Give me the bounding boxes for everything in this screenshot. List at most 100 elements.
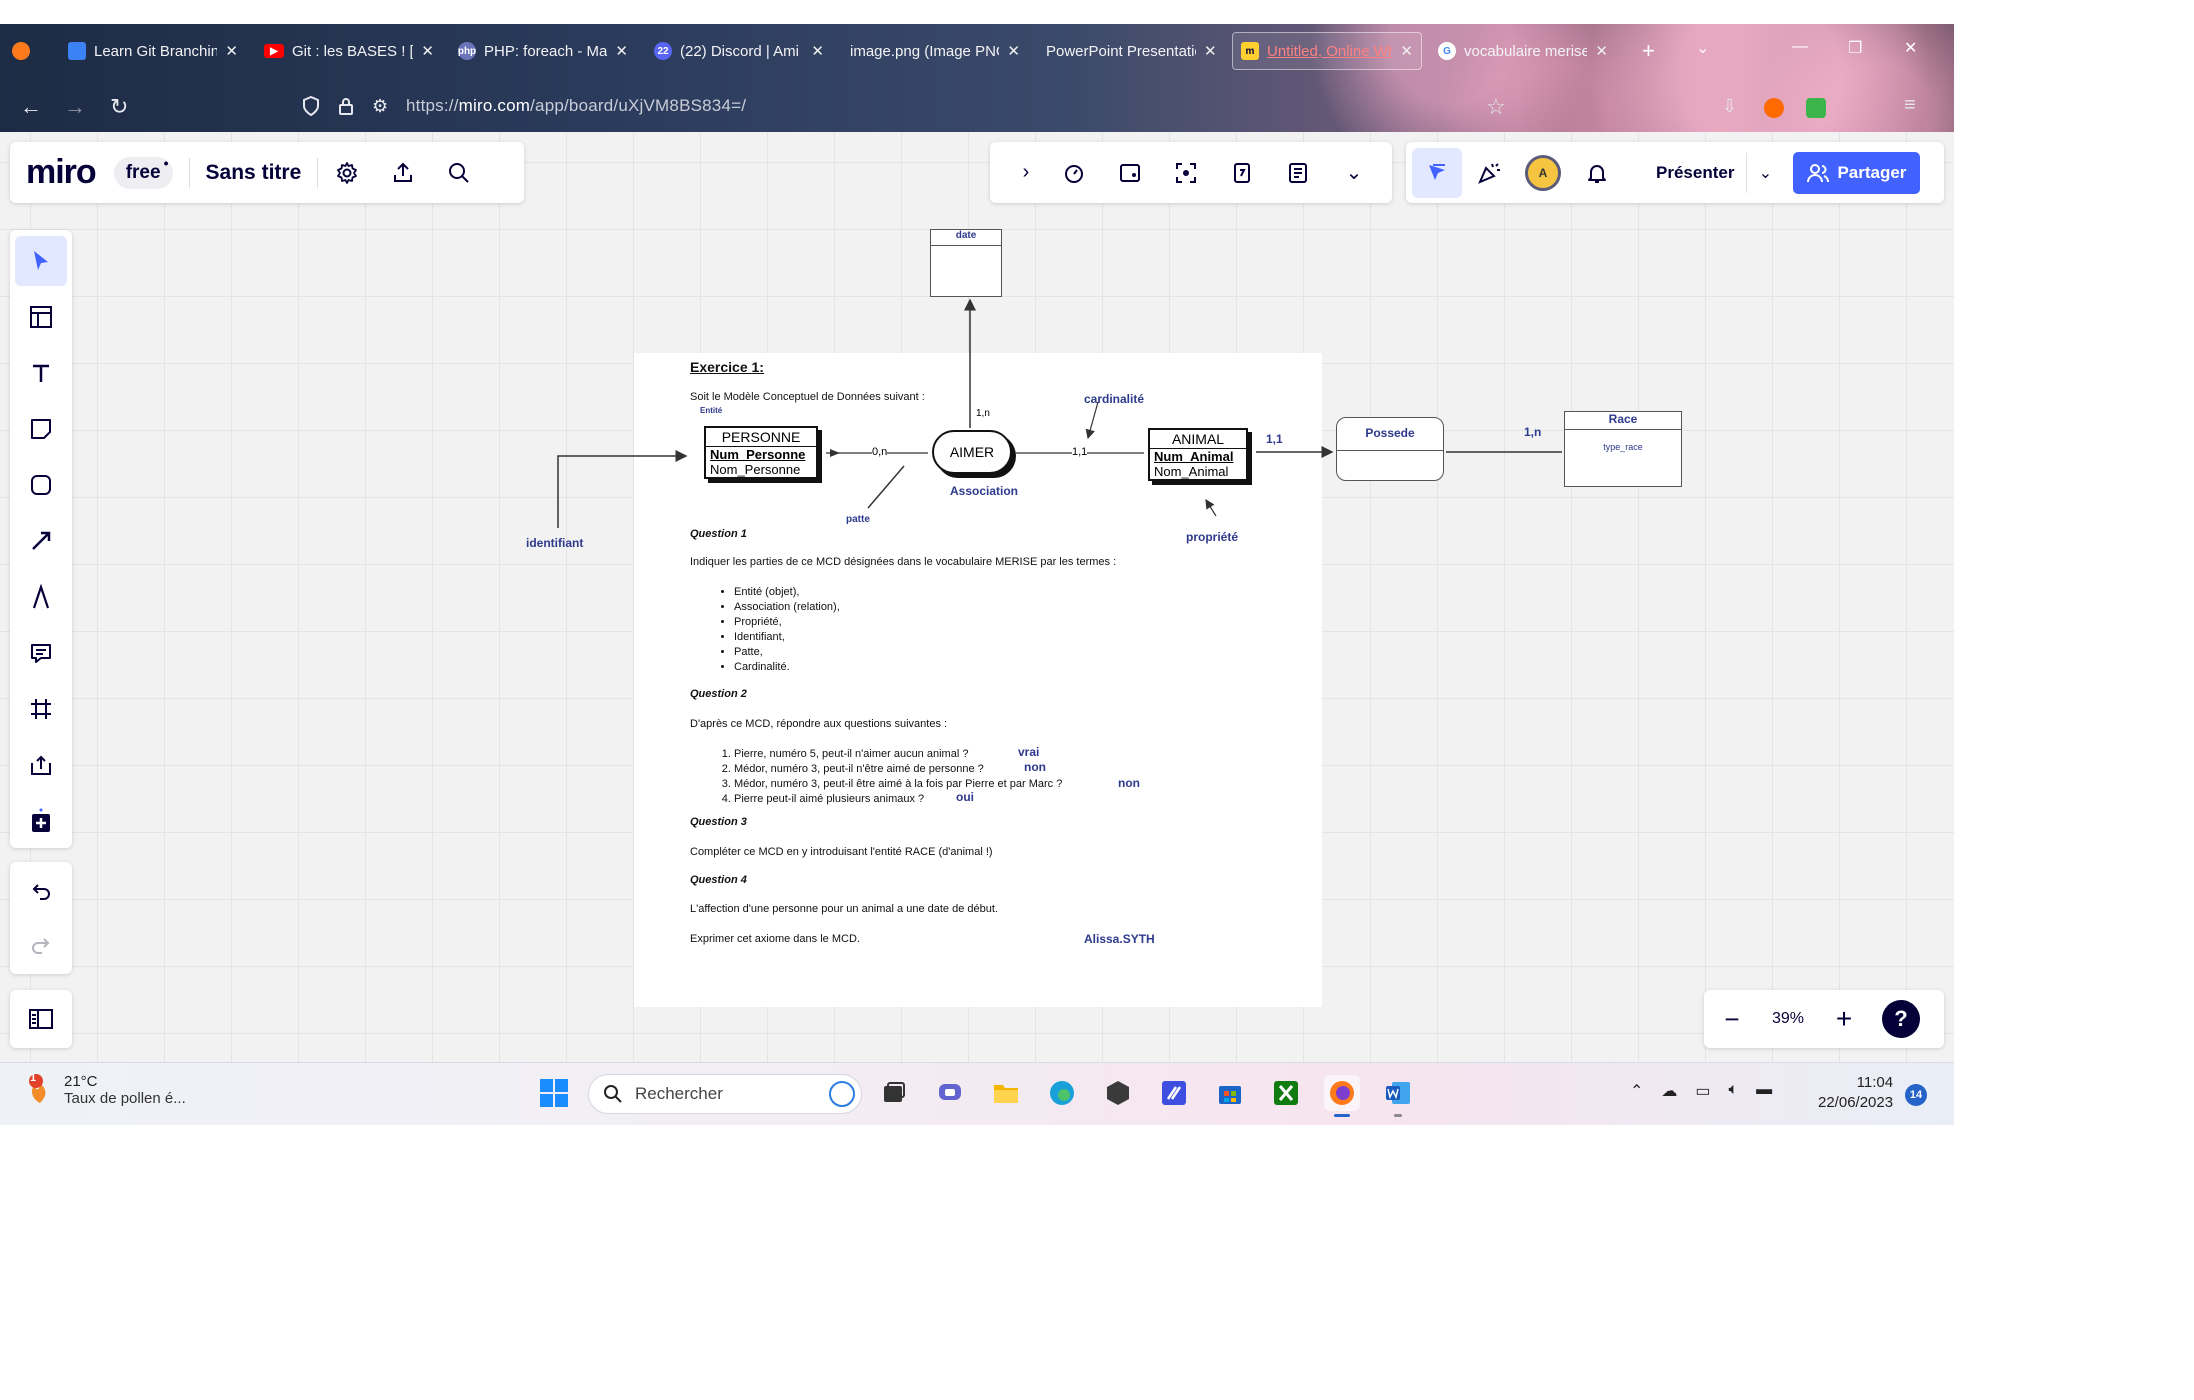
- more-apps-icon[interactable]: [15, 796, 67, 846]
- close-tab-icon[interactable]: ✕: [615, 42, 628, 60]
- identifiant-arrow[interactable]: [557, 450, 688, 528]
- microsoft-store-icon[interactable]: [1212, 1075, 1248, 1111]
- tab-powerpoint[interactable]: PowerPoint Presentation ✕: [1046, 32, 1218, 70]
- zoom-level[interactable]: 39%: [1760, 1010, 1816, 1028]
- permissions-icon[interactable]: ⚙: [372, 96, 388, 117]
- select-tool-icon[interactable]: [15, 236, 67, 286]
- close-tab-icon[interactable]: ✕: [225, 42, 238, 60]
- app-icon[interactable]: [1100, 1075, 1136, 1111]
- new-tab-icon[interactable]: +: [1642, 38, 1655, 64]
- export-upload-icon[interactable]: [388, 158, 418, 188]
- annotation-patte[interactable]: patte: [846, 514, 870, 525]
- forward-icon[interactable]: →: [64, 94, 86, 120]
- taskbar-search[interactable]: Rechercher: [588, 1074, 862, 1114]
- firefox-taskbar-icon[interactable]: [1324, 1075, 1360, 1117]
- chevron-down-icon[interactable]: ⌄: [1747, 153, 1783, 193]
- firefox-menu-icon[interactable]: [12, 32, 30, 70]
- vote-icon[interactable]: [1214, 153, 1270, 193]
- download-icon[interactable]: ⇩: [1722, 96, 1737, 117]
- share-button[interactable]: Partager: [1793, 151, 1921, 194]
- upload-icon[interactable]: [15, 740, 67, 790]
- notification-badge[interactable]: 14: [1905, 1084, 1927, 1106]
- back-icon[interactable]: ←: [20, 94, 42, 120]
- xbox-icon[interactable]: [1268, 1075, 1304, 1111]
- reactions-icon[interactable]: [1462, 148, 1516, 198]
- word-icon[interactable]: [1380, 1075, 1416, 1117]
- reload-icon[interactable]: ↻: [110, 94, 128, 120]
- timer-icon[interactable]: [1046, 153, 1102, 193]
- weather-widget[interactable]: 1 21°C Taux de pollen é...: [26, 1072, 186, 1107]
- focus-icon[interactable]: [1158, 153, 1214, 193]
- more-chevron-down-icon[interactable]: ⌄: [1326, 153, 1382, 193]
- bookmark-star-icon[interactable]: ☆: [1486, 94, 1506, 120]
- answer-4[interactable]: oui: [956, 790, 974, 804]
- vs-code-icon[interactable]: [1156, 1075, 1192, 1111]
- connection-line-icon[interactable]: [15, 516, 67, 566]
- annotation-card-11[interactable]: 1,1: [1266, 432, 1283, 446]
- answer-3[interactable]: non: [1118, 776, 1140, 790]
- restore-icon[interactable]: ❐: [1848, 38, 1862, 58]
- speaker-icon[interactable]: 🔈︎: [1729, 1081, 1739, 1101]
- help-icon[interactable]: ?: [1882, 1000, 1920, 1038]
- bing-icon[interactable]: [829, 1081, 855, 1107]
- close-tab-icon[interactable]: ✕: [1595, 42, 1608, 60]
- zoom-out-icon[interactable]: −: [1704, 1004, 1760, 1035]
- card-icon[interactable]: [1102, 153, 1158, 193]
- chevron-up-icon[interactable]: ⌃: [1630, 1081, 1643, 1101]
- author-name[interactable]: Alissa.SYTH: [1084, 932, 1155, 946]
- chevron-right-icon[interactable]: ›: [1006, 153, 1046, 193]
- zoom-in-icon[interactable]: +: [1816, 1003, 1872, 1035]
- notes-icon[interactable]: [1270, 153, 1326, 193]
- tab-git-bases[interactable]: ▶ Git : les BASES ! [Tuto] ✕: [264, 32, 434, 70]
- file-explorer-icon[interactable]: [988, 1075, 1024, 1111]
- bell-icon[interactable]: [1570, 148, 1624, 198]
- annotation-card-1n[interactable]: 1,n: [1524, 425, 1541, 439]
- annotation-identifiant[interactable]: identifiant: [526, 536, 583, 550]
- search-icon[interactable]: [444, 158, 474, 188]
- close-tab-icon[interactable]: ✕: [421, 42, 434, 60]
- teams-chat-icon[interactable]: [932, 1075, 968, 1111]
- extension-icon[interactable]: [1806, 98, 1826, 118]
- settings-gear-icon[interactable]: [332, 158, 362, 188]
- battery-icon[interactable]: ▬: [1756, 1081, 1772, 1101]
- close-window-icon[interactable]: ✕: [1904, 38, 1917, 58]
- lock-icon[interactable]: [338, 96, 354, 121]
- avatar[interactable]: A: [1516, 148, 1570, 198]
- plan-badge[interactable]: free: [113, 155, 173, 189]
- frame-tool-icon[interactable]: [15, 684, 67, 734]
- task-view-icon[interactable]: [876, 1075, 912, 1111]
- list-tabs-icon[interactable]: ⌄: [1696, 38, 1709, 58]
- extension-icon[interactable]: [1764, 98, 1784, 118]
- close-tab-icon[interactable]: ✕: [1400, 42, 1413, 60]
- redo-icon[interactable]: [15, 920, 67, 970]
- tab-image-png[interactable]: image.png (Image PNG) ✕: [850, 32, 1020, 70]
- pen-tool-icon[interactable]: [15, 572, 67, 622]
- answer-2[interactable]: non: [1024, 760, 1046, 774]
- system-clock[interactable]: 11:04 22/06/2023: [1818, 1073, 1893, 1113]
- cursor-select-icon[interactable]: [1412, 147, 1462, 198]
- miro-logo[interactable]: miro: [26, 153, 97, 192]
- url-field[interactable]: https://miro.com/app/board/uXjVM8BS834=/: [406, 96, 746, 116]
- tab-discord[interactable]: 22 (22) Discord | Ami ✕: [654, 32, 824, 70]
- minimize-icon[interactable]: —: [1792, 38, 1808, 56]
- tab-vocabulaire-merise[interactable]: G vocabulaire merise ✕: [1438, 32, 1608, 70]
- tab-miro-active[interactable]: m Untitled, Online Whiteboard ✕: [1232, 32, 1422, 70]
- comment-icon[interactable]: [15, 628, 67, 678]
- frames-panel-toggle-icon[interactable]: [10, 990, 72, 1048]
- close-tab-icon[interactable]: ✕: [811, 42, 824, 60]
- templates-icon[interactable]: [15, 292, 67, 342]
- windows-start-icon[interactable]: [536, 1075, 572, 1111]
- onedrive-cloud-icon[interactable]: ☁: [1661, 1081, 1677, 1101]
- annotation-cardinalite[interactable]: cardinalité: [1084, 392, 1144, 406]
- shape-tool-icon[interactable]: [15, 460, 67, 510]
- sticky-note-icon[interactable]: [15, 404, 67, 454]
- undo-icon[interactable]: [15, 866, 67, 916]
- tab-php-foreach[interactable]: php PHP: foreach - Manual ✕: [458, 32, 628, 70]
- close-tab-icon[interactable]: ✕: [1204, 42, 1217, 60]
- edge-icon[interactable]: [1044, 1075, 1080, 1111]
- menu-icon[interactable]: ≡: [1904, 94, 1916, 117]
- annotation-propriete[interactable]: propriété: [1186, 530, 1238, 544]
- tab-learn-git[interactable]: Learn Git Branching ✕: [68, 32, 238, 70]
- shield-icon[interactable]: [302, 95, 320, 121]
- close-tab-icon[interactable]: ✕: [1007, 42, 1020, 60]
